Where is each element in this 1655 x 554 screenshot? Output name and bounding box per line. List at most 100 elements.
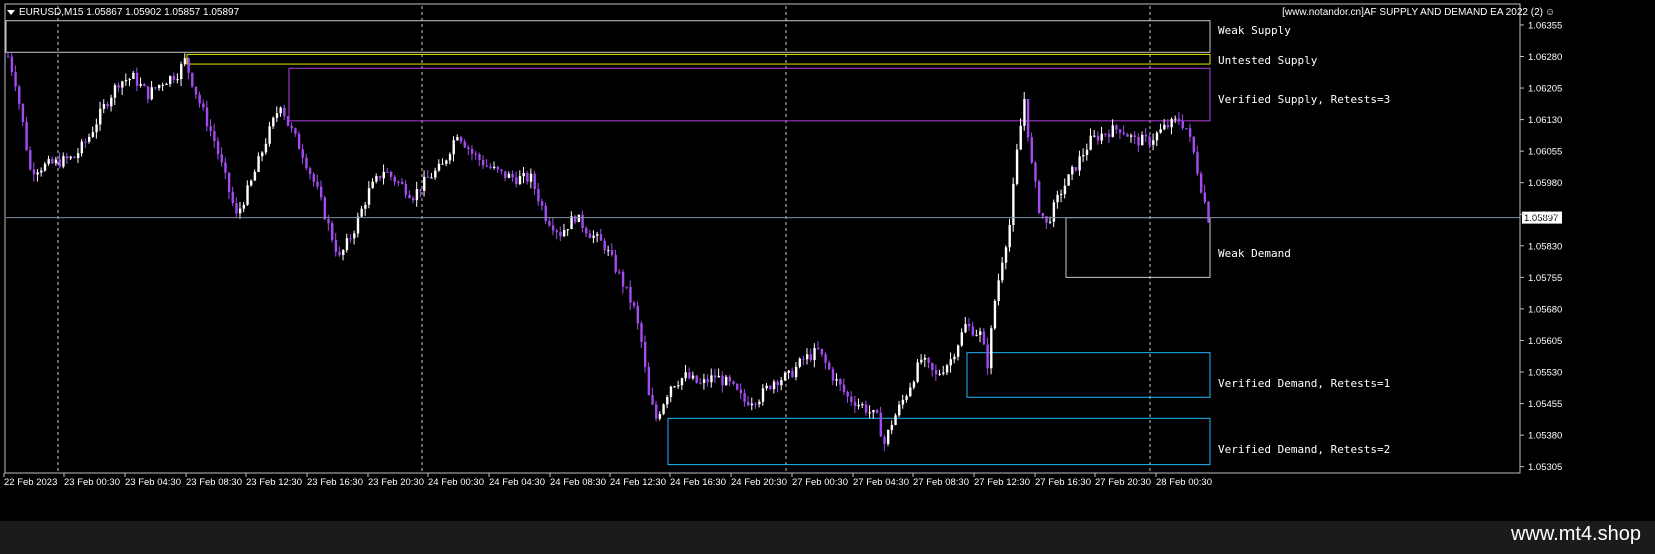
candle-body (29, 150, 32, 170)
candle-body (250, 180, 253, 186)
candle-body (669, 386, 673, 397)
candle-body (227, 172, 231, 192)
candle-body (677, 385, 680, 387)
time-tick-label: 27 Feb 00:30 (792, 477, 848, 488)
candle-body (268, 126, 271, 144)
candle-body (717, 375, 721, 378)
candle-body (121, 81, 124, 88)
candle-body (485, 165, 489, 167)
candle-body (437, 163, 441, 171)
candle-body (658, 414, 662, 419)
candle-body (62, 156, 65, 167)
candle-body (32, 169, 36, 175)
candle-body (69, 156, 72, 159)
candle-body (724, 376, 728, 386)
candle-body (743, 393, 746, 402)
zone-weak-supply (5, 20, 1211, 53)
candle-body (1030, 137, 1033, 163)
candle-body (529, 173, 533, 182)
time-tick-label: 23 Feb 12:30 (246, 477, 302, 488)
candle-body (338, 251, 341, 256)
time-axis[interactable]: 22 Feb 2023 23 Feb 00:30 23 Feb 04:30 23 Fe… (3, 473, 1212, 488)
candle-body (1001, 262, 1004, 281)
candle-body (452, 140, 455, 155)
candle-body (986, 344, 989, 369)
candle-body (275, 113, 279, 118)
candle-body (161, 84, 165, 86)
candle-body (367, 188, 371, 205)
candle-body (113, 85, 117, 98)
chart-window[interactable]: 1.05897 Weak Supply Untested Supply Verifi… (0, 0, 1655, 521)
candle-body (467, 147, 470, 150)
candle-body (1115, 125, 1118, 130)
price-tick-label: 1.06205 (1528, 84, 1562, 95)
price-chart[interactable]: 1.05897 Weak Supply Untested Supply Verifi… (0, 0, 1655, 521)
candle-body (286, 116, 290, 126)
zone-label: Weak Supply (1218, 24, 1291, 37)
candle-body (297, 133, 301, 150)
candle-body (883, 436, 886, 444)
candle-body (88, 137, 91, 142)
candle-body (445, 160, 448, 164)
candle-body (183, 58, 187, 65)
candle-body (426, 176, 430, 178)
candle-body (7, 56, 10, 58)
price-tick-label: 1.05830 (1528, 241, 1562, 252)
price-axis[interactable]: 1.06355 1.06280 1.06205 1.06130 1.06055 1.059… (1519, 4, 1562, 473)
time-tick-label: 23 Feb 20:30 (368, 477, 424, 488)
candle-body (172, 76, 176, 81)
candle-body (802, 358, 805, 360)
chart-header: EURUSD,M15 1.05867 1.05902 1.05857 1.058… (7, 7, 1555, 18)
candle-body (261, 152, 264, 157)
candle-body (415, 189, 419, 201)
candle-body (1133, 135, 1137, 137)
candle-body (934, 369, 938, 375)
candle-body (419, 189, 422, 191)
dropdown-triangle-icon[interactable] (7, 10, 15, 15)
candle-body (842, 384, 846, 392)
time-tick-label: 27 Feb 20:30 (1095, 477, 1151, 488)
footer-bar: www.mt4.shop (0, 521, 1655, 554)
candle-body (596, 234, 599, 236)
time-tick-label: 24 Feb 08:30 (550, 477, 606, 488)
candle-body (143, 84, 146, 87)
candle-body (585, 227, 588, 234)
candle-body (150, 87, 153, 100)
candle-body (1177, 118, 1181, 122)
candle-body (894, 415, 897, 425)
candle-body (805, 354, 809, 360)
candle-body (1185, 128, 1188, 130)
candle-body (875, 410, 879, 413)
candle-body (537, 188, 540, 202)
candle-body (1048, 221, 1052, 223)
candle-body (209, 126, 212, 132)
candle-body (224, 162, 227, 173)
candle-body (176, 79, 179, 81)
time-tick-label: 27 Feb 04:30 (853, 477, 909, 488)
candle-body (559, 231, 562, 237)
candle-body (772, 381, 776, 390)
time-tick-label: 22 Feb 2023 (4, 477, 57, 488)
candle-body (942, 372, 945, 374)
candle-body (47, 159, 50, 164)
candle-body (699, 382, 702, 384)
candle-body (1015, 149, 1019, 184)
candle-body (423, 176, 426, 191)
candle-body (835, 379, 838, 381)
candle-body (191, 72, 194, 87)
candle-body (971, 326, 975, 336)
time-tick-label: 24 Feb 12:30 (610, 477, 666, 488)
candle-body (533, 173, 536, 189)
candle-body (713, 375, 717, 378)
candle-body (106, 104, 109, 107)
zone-weak-demand (1065, 217, 1211, 278)
candle-body (850, 396, 853, 402)
candle-body (14, 72, 17, 87)
candle-body (216, 141, 220, 155)
candle-body (909, 387, 912, 397)
candle-body (154, 87, 157, 89)
candle-body (739, 389, 743, 394)
candle-body (375, 176, 378, 182)
candle-body (1207, 201, 1210, 223)
candle-body (146, 86, 150, 100)
